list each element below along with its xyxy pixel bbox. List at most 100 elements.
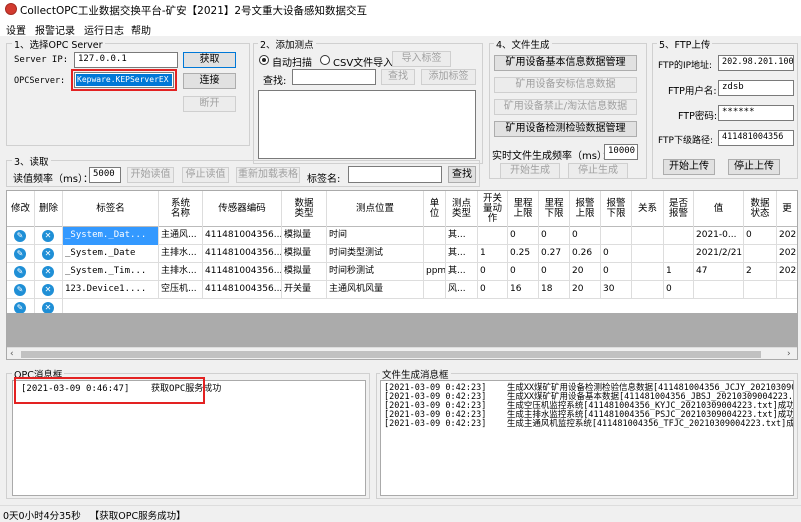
points-search-input[interactable] — [292, 69, 376, 85]
cell-tag-name[interactable]: 123.Device1.... — [63, 281, 159, 299]
table-row[interactable]: ✎ ✕ 123.Device1.... 空压机... 411481004356.… — [7, 281, 797, 299]
cell-unit[interactable]: ppm — [424, 263, 446, 281]
file-freq-input[interactable]: 10000 — [604, 144, 638, 160]
edit-icon[interactable]: ✎ — [14, 248, 26, 260]
cell-is-alarm[interactable]: 0 — [664, 281, 694, 299]
delete-icon[interactable]: ✕ — [42, 230, 54, 242]
col-alarm-upper[interactable]: 报警上限 — [570, 191, 601, 227]
edit-icon[interactable]: ✎ — [14, 230, 26, 242]
delete-icon[interactable]: ✕ — [42, 284, 54, 296]
col-alarm-lower[interactable]: 报警下限 — [601, 191, 632, 227]
csv-import-radio[interactable] — [320, 55, 330, 65]
cell-range-upper[interactable]: 0 — [508, 227, 539, 245]
server-ip-input[interactable]: 127.0.0.1 — [74, 52, 178, 68]
col-data-type[interactable]: 数据类型 — [282, 191, 327, 227]
auto-scan-radio[interactable] — [259, 55, 269, 65]
scroll-thumb[interactable] — [21, 351, 761, 358]
col-value[interactable]: 值 — [694, 191, 744, 227]
add-tag-button[interactable]: 添加标签 — [421, 69, 476, 85]
cell-alarm-upper[interactable]: 0 — [570, 227, 601, 245]
file-message-box[interactable]: [2021-03-09 0:42:23] 生成XX煤矿矿用设备检测检验信息数据[… — [380, 380, 794, 496]
col-unit[interactable]: 单位 — [424, 191, 446, 227]
cell-point-type[interactable]: 其... — [446, 227, 478, 245]
col-edit[interactable]: 修改 — [7, 191, 35, 227]
cell-value[interactable]: 47 — [694, 263, 744, 281]
connect-button[interactable]: 连接 — [183, 73, 236, 89]
cell-more[interactable]: 2021 — [777, 245, 797, 263]
disconnect-button[interactable]: 断开 — [183, 96, 236, 112]
cell-point-location[interactable]: 主通风机风量 — [327, 281, 424, 299]
cell-is-alarm[interactable] — [664, 245, 694, 263]
col-more[interactable]: 更 — [777, 191, 797, 227]
cell-switch-action[interactable]: 0 — [478, 281, 508, 299]
cell-point-type[interactable]: 风... — [446, 281, 478, 299]
delete-icon[interactable]: ✕ — [42, 266, 54, 278]
col-system-name[interactable]: 系统名称 — [159, 191, 203, 227]
cell-switch-action[interactable]: 0 — [478, 263, 508, 281]
cell-more[interactable] — [777, 281, 797, 299]
table-row[interactable]: ✎ ✕ _System._Date 主排水... 411481004356...… — [7, 245, 797, 263]
col-is-alarm[interactable]: 是否报警 — [664, 191, 694, 227]
cell-data-type[interactable]: 模拟量 — [282, 245, 327, 263]
scroll-right-icon[interactable]: › — [787, 349, 791, 359]
cell-switch-action[interactable]: 1 — [478, 245, 508, 263]
cell-is-alarm[interactable]: 1 — [664, 263, 694, 281]
cell-range-lower[interactable]: 18 — [539, 281, 570, 299]
menu-run-log[interactable]: 运行日志 — [84, 22, 124, 37]
menu-help[interactable]: 帮助 — [131, 22, 151, 37]
cell-point-type[interactable]: 其... — [446, 245, 478, 263]
basic-info-button[interactable]: 矿用设备基本信息数据管理 — [494, 55, 637, 71]
cell-value[interactable] — [694, 281, 744, 299]
cell-alarm-upper[interactable]: 20 — [570, 281, 601, 299]
col-tag-name[interactable]: 标签名 — [63, 191, 159, 227]
cell-data-status[interactable]: 0 — [744, 227, 777, 245]
cell-alarm-lower[interactable]: 30 — [601, 281, 632, 299]
col-data-status[interactable]: 数据状态 — [744, 191, 777, 227]
stop-read-button[interactable]: 停止读值 — [182, 167, 229, 183]
col-point-location[interactable]: 测点位置 — [327, 191, 424, 227]
cell-range-lower[interactable]: 0 — [539, 227, 570, 245]
cell-data-type[interactable]: 模拟量 — [282, 227, 327, 245]
table-row[interactable]: ✎ ✕ _System._Tim... 主排水... 411481004356.… — [7, 263, 797, 281]
col-delete[interactable]: 删除 — [35, 191, 63, 227]
cell-sensor-code[interactable]: 411481004356... — [203, 227, 282, 245]
cell-range-upper[interactable]: 0 — [508, 263, 539, 281]
cell-tag-name[interactable]: _System._Tim... — [63, 263, 159, 281]
cell-alarm-upper[interactable]: 0.26 — [570, 245, 601, 263]
tag-name-input[interactable] — [348, 166, 442, 183]
cell-relation[interactable] — [632, 281, 664, 299]
start-upload-button[interactable]: 开始上传 — [663, 159, 715, 175]
cell-data-type[interactable]: 开关量 — [282, 281, 327, 299]
menu-alarm-records[interactable]: 报警记录 — [35, 22, 75, 37]
get-server-button[interactable]: 获取 — [183, 52, 236, 68]
inspection-data-button[interactable]: 矿用设备检测检验数据管理 — [494, 121, 637, 137]
reload-table-button[interactable]: 重新加载表格 — [236, 167, 300, 183]
data-grid[interactable]: 修改 删除 标签名 系统名称 传感器编码 数据类型 测点位置 单位 测点类型 开… — [6, 190, 798, 360]
cell-unit[interactable] — [424, 281, 446, 299]
ftp-password-input[interactable]: ****** — [718, 105, 794, 121]
cell-range-lower[interactable]: 0.27 — [539, 245, 570, 263]
cell-tag-name[interactable]: _System._Dat... — [63, 227, 159, 245]
col-sensor-code[interactable]: 传感器编码 — [203, 191, 282, 227]
cell-unit[interactable] — [424, 245, 446, 263]
cell-sensor-code[interactable]: 411481004356... — [203, 281, 282, 299]
table-row[interactable]: ✎ ✕ _System._Dat... 主通风... 411481004356.… — [7, 227, 797, 245]
ftp-path-input[interactable]: 411481004356 — [718, 130, 794, 146]
col-switch-action[interactable]: 开关量动作 — [478, 191, 508, 227]
start-read-button[interactable]: 开始读值 — [127, 167, 174, 183]
cell-relation[interactable] — [632, 263, 664, 281]
cell-range-lower[interactable]: 0 — [539, 263, 570, 281]
menu-settings[interactable]: 设置 — [6, 22, 26, 37]
stop-generate-button[interactable]: 停止生成 — [568, 163, 628, 179]
ftp-user-input[interactable]: zdsb — [718, 80, 794, 96]
delete-icon[interactable]: ✕ — [42, 248, 54, 260]
col-range-lower[interactable]: 里程下限 — [539, 191, 570, 227]
points-list[interactable] — [258, 90, 476, 159]
col-relation[interactable]: 关系 — [632, 191, 664, 227]
cell-is-alarm[interactable] — [664, 227, 694, 245]
cell-range-upper[interactable]: 0.25 — [508, 245, 539, 263]
cell-alarm-lower[interactable] — [601, 227, 632, 245]
prohibited-eliminated-button[interactable]: 矿用设备禁止/淘汰信息数据 — [494, 99, 637, 115]
cell-system-name[interactable]: 主排水... — [159, 263, 203, 281]
cell-data-status[interactable] — [744, 281, 777, 299]
